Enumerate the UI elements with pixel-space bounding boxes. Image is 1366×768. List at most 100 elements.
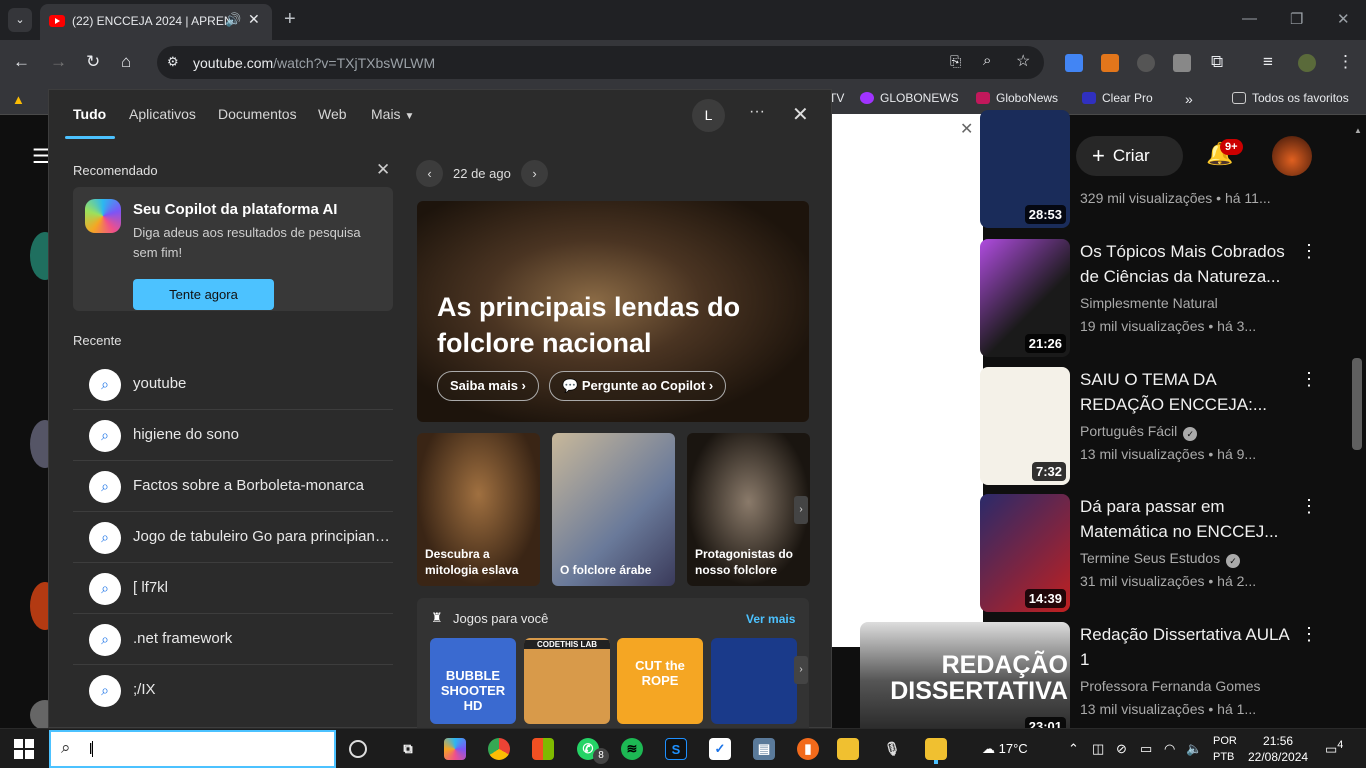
app-s-icon[interactable]: S [665,738,687,760]
file-explorer-icon[interactable] [837,738,859,760]
more-options-icon[interactable]: ··· [749,103,765,121]
metamask-extension-icon[interactable] [1101,54,1119,72]
video-item[interactable]: 28:53 329 mil visualizações • há 11... [860,110,1330,228]
tray-icon[interactable]: ⊘ [1116,741,1127,757]
video-channel[interactable]: Simplesmente Natural [1080,295,1218,311]
extensions-icon[interactable]: ⧉ [1211,52,1223,72]
new-tab-button[interactable]: + [284,8,296,30]
chrome-icon[interactable] [488,738,510,760]
video-channel[interactable]: Termine Seus Estudos ✓ [1080,550,1241,568]
tab-apps[interactable]: Aplicativos [129,106,196,122]
highlight-card[interactable]: Protagonistas do nosso folclore [687,433,810,586]
all-bookmarks[interactable]: Todos os favoritos [1232,91,1349,105]
user-avatar[interactable]: L [692,99,725,132]
recent-item[interactable]: ⌕ higiene do sono [73,410,393,461]
tab-close-icon[interactable]: ✕ [248,11,260,28]
video-item[interactable]: REDAÇÃO DISSERTATIVA 23:01 Redação Disse… [860,622,1330,740]
active-app-icon[interactable] [925,738,947,760]
speaker-icon[interactable]: 🔊 [225,12,241,28]
highlight-card[interactable]: O folclore árabe [552,433,675,586]
next-date-button[interactable]: › [521,160,548,187]
minimize-icon[interactable]: — [1242,10,1257,27]
games-next-icon[interactable]: › [794,656,808,684]
video-thumbnail[interactable]: 28:53 [980,110,1070,228]
video-more-icon[interactable]: ⋮ [1300,369,1318,390]
wifi-icon[interactable]: ◠ [1164,741,1175,757]
copilot-taskbar-icon[interactable] [444,738,466,760]
learn-more-button[interactable]: Saiba mais › [437,371,539,401]
cards-next-icon[interactable]: › [794,496,808,524]
weather-widget[interactable]: ☁ 17°C [982,741,1028,757]
profile-avatar[interactable] [1298,54,1316,72]
restore-icon[interactable]: ❐ [1290,10,1303,28]
extension-icon[interactable] [1173,54,1191,72]
video-item[interactable]: 7:32 SAIU O TEMA DA REDAÇÃO ENCCEJA:... … [860,367,1330,485]
microphone-app-icon[interactable]: 🎙 [881,738,903,760]
video-more-icon[interactable]: ⋮ [1300,241,1318,262]
back-icon[interactable]: ← [13,52,30,72]
scrollbar-thumb[interactable] [1352,358,1362,450]
address-bar[interactable]: ⚙ youtube.com/watch?v=TXjTXbsWLWM ⎘ ⌕ ☆ [157,46,1044,79]
scroll-up-icon[interactable]: ▲ [1354,126,1362,135]
recent-item[interactable]: ⌕ Jogo de tabuleiro Go para principiant..… [73,512,393,563]
install-icon[interactable]: ⎘ [950,53,961,70]
language-indicator[interactable]: POR PTB [1213,733,1237,765]
game-chess[interactable]: CODETHIS LAB [524,638,610,724]
try-now-button[interactable]: Tente agora [133,279,274,310]
tab-web[interactable]: Web [318,106,347,122]
recent-item[interactable]: ⌕ .net framework [73,614,393,665]
task-view-icon[interactable]: ⧉ [397,738,419,760]
zoom-icon[interactable]: ⌕ [983,52,991,69]
video-title[interactable]: Redação Dissertativa AULA 1 [1080,622,1290,672]
video-title[interactable]: Os Tópicos Mais Cobrados de Ciências da … [1080,239,1290,289]
tab-all[interactable]: Tudo [73,106,106,122]
game-blocks[interactable] [711,638,797,724]
more-bookmarks-button[interactable]: » [1185,91,1193,107]
drive-bookmark-icon[interactable]: ▲ [12,92,25,107]
browser-tab[interactable]: (22) ENCCEJA 2024 | APREN 🔊 ✕ [40,4,272,40]
todo-check-icon[interactable]: ✓ [709,738,731,760]
recent-item[interactable]: ⌕ Factos sobre a Borboleta-monarca [73,461,393,512]
previous-date-button[interactable]: ‹ [416,160,443,187]
recent-item[interactable]: ⌕ ;/IX [73,665,393,716]
game-cut-the-rope[interactable]: CUT the ROPE [617,638,703,724]
spotify-icon[interactable]: ≋ [621,738,643,760]
browser-menu-icon[interactable]: ⋮ [1337,52,1354,72]
notification-center-icon[interactable]: ▭4 [1325,739,1343,757]
video-channel[interactable]: Português Fácil ✓ [1080,423,1198,441]
video-title[interactable]: Dá para passar em Matemática no ENCCEJ..… [1080,494,1290,544]
reload-icon[interactable]: ↻ [86,52,100,72]
highlight-card[interactable]: Descubra a mitologia eslava [417,433,540,586]
video-item[interactable]: 21:26 Os Tópicos Mais Cobrados de Ciênci… [860,239,1330,357]
see-more-link[interactable]: Ver mais [746,612,795,626]
taskbar-search-input[interactable]: ⌕ l [49,730,336,768]
system-clock[interactable]: 21:56 22/08/2024 [1248,733,1308,765]
computer-icon[interactable]: ▤ [753,738,775,760]
video-title[interactable]: SAIU O TEMA DA REDAÇÃO ENCCEJA:... [1080,367,1290,417]
site-info-icon[interactable]: ⚙ [167,54,179,70]
home-icon[interactable]: ⌂ [121,52,131,72]
close-search-icon[interactable]: ✕ [792,102,809,127]
video-more-icon[interactable]: ⋮ [1300,624,1318,645]
extension-icon[interactable] [1137,54,1155,72]
video-more-icon[interactable]: ⋮ [1300,496,1318,517]
tab-search-button[interactable]: ⌄ [8,8,32,32]
forward-icon[interactable]: → [50,52,67,72]
bookmark-globonews[interactable]: GLOBONEWS [860,91,959,105]
video-thumbnail[interactable]: REDAÇÃO DISSERTATIVA 23:01 [860,622,1070,740]
store-icon[interactable] [532,738,554,760]
video-item[interactable]: 14:39 Dá para passar em Matemática no EN… [860,494,1330,612]
volume-icon[interactable]: 🔈 [1186,741,1202,757]
cortana-icon[interactable] [349,740,367,758]
chart-app-icon[interactable]: ▮ [797,738,819,760]
bookmark-star-icon[interactable]: ☆ [1016,51,1030,71]
video-channel[interactable]: Professora Fernanda Gomes [1080,678,1261,694]
tray-icon[interactable]: ◫ [1092,741,1104,757]
dismiss-recommended-icon[interactable]: ✕ [376,160,390,180]
tab-documents[interactable]: Documentos [218,106,297,122]
bookmark-clear-pro[interactable]: Clear Pro [1082,91,1153,105]
video-thumbnail[interactable]: 7:32 [980,367,1070,485]
recent-item[interactable]: ⌕[ lf7kl [73,563,393,614]
highlight-hero-card[interactable]: As principais lendas do folclore naciona… [417,201,809,422]
ask-copilot-button[interactable]: 💬 Pergunte ao Copilot › [549,371,727,401]
